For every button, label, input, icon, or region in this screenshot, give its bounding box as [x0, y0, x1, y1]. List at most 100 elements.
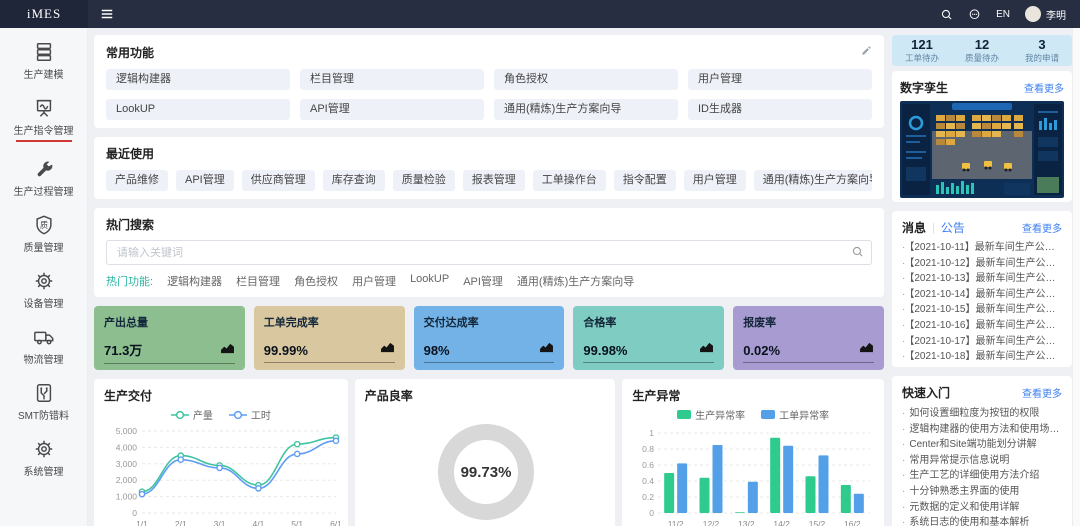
- quick-start-item-1[interactable]: 逻辑构建器的使用方法和使用场景说明: [902, 422, 1062, 438]
- svg-text:99.73%: 99.73%: [460, 464, 511, 481]
- hot-link-6[interactable]: 通用(精炼)生产方案向导: [517, 273, 634, 289]
- production-delivery-chart-card: 生产交付 产量 工时 0 1,000 2,000 3,000 4,000 5,000 1/1 2…: [94, 379, 348, 526]
- donut-chart: 99.73%: [365, 410, 606, 526]
- hot-link-1[interactable]: 栏目管理: [236, 273, 280, 289]
- message-item-4[interactable]: 【2021-10-15】最新车间生产公告车间生产公: [902, 302, 1062, 318]
- recent-tag-4[interactable]: 质量检验: [392, 170, 455, 191]
- quick-start-item-7[interactable]: 系统日志的使用和基本解析: [902, 515, 1062, 526]
- digital-twin-more-link[interactable]: 查看更多: [1024, 80, 1064, 95]
- message-item-2[interactable]: 【2021-10-13】最新车间生产公告车间生: [902, 271, 1062, 287]
- sidebar-item-1[interactable]: 生产指令管理: [0, 96, 87, 142]
- search-input[interactable]: [106, 240, 872, 265]
- common-functions-title: 常用功能: [106, 45, 155, 60]
- tab-messages[interactable]: 消息: [902, 219, 926, 236]
- quick-start-item-3[interactable]: 常用异常提示信息说明: [902, 453, 1062, 469]
- recent-tag-3[interactable]: 库存查询: [322, 170, 385, 191]
- line-chart: 0 1,000 2,000 3,000 4,000 5,000 1/1 2/1 3/1 4/1 5/…: [104, 423, 342, 526]
- kpi-value-row: 0.02%: [743, 340, 874, 363]
- messages-card: 消息 | 公告 查看更多 【2021-10-11】最新车间生产公告车【2021-…: [892, 211, 1072, 367]
- board-icon: [33, 96, 55, 120]
- tab-notices[interactable]: 公告: [941, 219, 965, 236]
- kpi-title: 交付达成率: [423, 317, 479, 329]
- quick-start-item-2[interactable]: Center和Site端功能划分讲解: [902, 437, 1062, 453]
- legend-item-1[interactable]: 工时: [228, 407, 271, 422]
- recent-tag-2[interactable]: 供应商管理: [241, 170, 315, 191]
- bar-chart-title: 生产异常: [632, 389, 681, 403]
- function-button-7[interactable]: ID生成器: [688, 99, 872, 120]
- todo-stat-2[interactable]: 3 我的申请: [1012, 38, 1072, 64]
- function-button-6[interactable]: 通用(精炼)生产方案向导: [494, 99, 678, 120]
- recent-tag-9[interactable]: 通用(精炼)生产方案向导: [753, 170, 872, 191]
- hot-link-4[interactable]: LookUP: [410, 273, 449, 289]
- search-submit-icon[interactable]: [851, 245, 864, 263]
- quick-start-item-4[interactable]: 生产工艺的详细使用方法介绍: [902, 468, 1062, 484]
- svg-text:16/2: 16/2: [844, 519, 861, 526]
- common-functions-card: 常用功能 逻辑构建器 栏目管理 角色授权 用户管理 LookUP API管理 通用(精炼)生…: [94, 35, 884, 128]
- legend-item-0[interactable]: 生产异常率: [677, 407, 745, 422]
- sidebar-item-label: SMT防错料: [17, 411, 70, 422]
- recent-tag-7[interactable]: 指令配置: [613, 170, 676, 191]
- message-icon[interactable]: [968, 8, 981, 21]
- sidebar-item-7[interactable]: 系统管理: [0, 437, 87, 478]
- recent-tag-0[interactable]: 产品维修: [106, 170, 168, 191]
- function-button-4[interactable]: LookUP: [106, 99, 290, 120]
- function-button-2[interactable]: 角色授权: [494, 69, 678, 90]
- sidebar-item-3[interactable]: 质质量管理: [0, 213, 87, 254]
- function-button-5[interactable]: API管理: [300, 99, 484, 120]
- legend-item-1[interactable]: 工单异常率: [761, 407, 829, 422]
- svg-text:5/1: 5/1: [291, 519, 303, 526]
- todo-stat-1[interactable]: 12 质量待办: [952, 38, 1012, 64]
- menu-toggle-icon[interactable]: [100, 7, 114, 21]
- function-button-1[interactable]: 栏目管理: [300, 69, 484, 90]
- sidebar-item-6[interactable]: SMT防错料: [0, 381, 87, 422]
- hot-functions-label: 热门功能:: [106, 276, 154, 288]
- kpi-value: 0.02%: [743, 343, 781, 358]
- hot-link-3[interactable]: 用户管理: [352, 273, 396, 289]
- sidebar-item-0[interactable]: 生产建模: [0, 40, 87, 81]
- sidebar-item-label: 质量管理: [23, 243, 64, 254]
- topbar-right: EN 李明: [940, 6, 1080, 22]
- user-menu[interactable]: 李明: [1025, 6, 1066, 22]
- quick-start-item-0[interactable]: 如何设置细粒度为按钮的权限: [902, 406, 1062, 422]
- message-item-1[interactable]: 【2021-10-12】最新车间生产公告车间: [902, 256, 1062, 272]
- search-icon[interactable]: [940, 8, 953, 21]
- message-item-7[interactable]: 【2021-10-18】最新车间生产公告车间生产...: [902, 349, 1062, 365]
- svg-text:1: 1: [650, 428, 655, 438]
- recent-tag-8[interactable]: 用户管理: [683, 170, 746, 191]
- todo-stat-0[interactable]: 121 工单待办: [892, 38, 952, 64]
- legend-item-0[interactable]: 产量: [170, 407, 213, 422]
- function-button-3[interactable]: 用户管理: [688, 69, 872, 90]
- message-item-3[interactable]: 【2021-10-14】最新车间生产公告车间生产: [902, 287, 1062, 303]
- messages-more-link[interactable]: 查看更多: [1022, 220, 1062, 235]
- svg-text:5,000: 5,000: [116, 426, 138, 436]
- quick-start-more-link[interactable]: 查看更多: [1022, 385, 1062, 400]
- kpi-value: 99.99%: [263, 343, 308, 358]
- message-item-5[interactable]: 【2021-10-16】最新车间生产公告车间生产...: [902, 318, 1062, 334]
- recent-tag-1[interactable]: API管理: [176, 170, 234, 191]
- language-switcher[interactable]: EN: [996, 9, 1010, 20]
- message-item-0[interactable]: 【2021-10-11】最新车间生产公告车: [902, 240, 1062, 256]
- function-button-0[interactable]: 逻辑构建器: [106, 69, 290, 90]
- hot-link-0[interactable]: 逻辑构建器: [167, 273, 222, 289]
- edit-icon[interactable]: [861, 43, 872, 61]
- sidebar-item-label: 系统管理: [23, 467, 64, 478]
- hot-link-2[interactable]: 角色授权: [294, 273, 338, 289]
- gear-icon: [33, 269, 55, 293]
- svg-text:1/1: 1/1: [136, 519, 148, 526]
- kpi-value-row: 99.98%: [583, 340, 715, 363]
- hot-link-5[interactable]: API管理: [463, 273, 503, 289]
- app-logo: iMES: [0, 0, 88, 28]
- quick-start-card: 快速入门 查看更多 如何设置细粒度为按钮的权限逻辑构建器的使用方法和使用场景说明…: [892, 376, 1072, 526]
- recent-tag-6[interactable]: 工单操作台: [532, 170, 606, 191]
- quick-start-item-6[interactable]: 元数据的定义和使用详解: [902, 500, 1062, 516]
- sidebar-item-2[interactable]: 生产过程管理: [0, 157, 87, 198]
- sidebar-item-4[interactable]: 设备管理: [0, 269, 87, 310]
- recent-tag-5[interactable]: 报表管理: [462, 170, 525, 191]
- svg-text:4,000: 4,000: [116, 442, 138, 452]
- sidebar-item-5[interactable]: 物流管理: [0, 325, 87, 366]
- scrollbar[interactable]: [1072, 28, 1080, 526]
- svg-text:质: 质: [39, 220, 47, 230]
- quick-start-item-5[interactable]: 十分钟熟悉主界面的使用: [902, 484, 1062, 500]
- message-item-6[interactable]: 【2021-10-17】最新车间生产公告车间生产...: [902, 334, 1062, 350]
- todo-label: 质量待办: [964, 52, 999, 63]
